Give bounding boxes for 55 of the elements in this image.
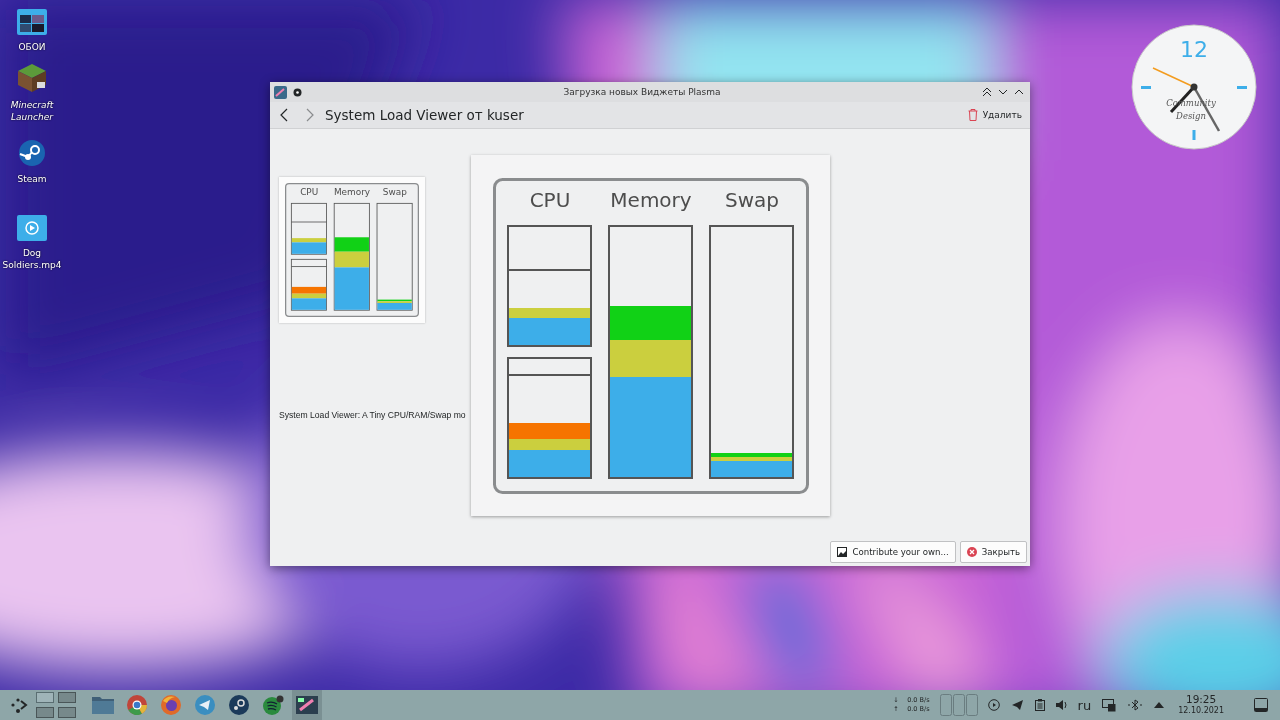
- app-icon[interactable]: [274, 85, 287, 99]
- image-icon: [837, 547, 848, 557]
- delete-button[interactable]: Удалить: [967, 107, 1022, 123]
- spotify-icon: [262, 695, 284, 715]
- tray-expand-icon[interactable]: [1154, 702, 1165, 708]
- contribute-button[interactable]: Contribute your own...: [830, 541, 956, 563]
- desktop-icon-label[interactable]: Dog Soldiers.mp4: [2, 247, 62, 271]
- back-icon[interactable]: [279, 108, 289, 122]
- clipboard-icon[interactable]: [1034, 699, 1045, 711]
- minimize-icon[interactable]: [998, 87, 1008, 97]
- desktop-icon-label[interactable]: Minecraft Launcher: [2, 99, 62, 123]
- folder-icon: [92, 696, 114, 714]
- column-label: Memory: [609, 187, 692, 212]
- clock-date[interactable]: 12.10.2021: [1178, 705, 1224, 716]
- virtual-desktop[interactable]: [36, 692, 54, 703]
- page-heading: System Load Viewer от kuser: [325, 107, 525, 123]
- forward-icon[interactable]: [305, 108, 315, 122]
- app-launcher-icon[interactable]: [10, 696, 28, 714]
- system-monitor-drawing: [939, 694, 978, 716]
- column-label: Swap: [382, 187, 407, 198]
- maximize-icon[interactable]: [1014, 87, 1024, 97]
- paper-plane-icon[interactable]: [1010, 699, 1024, 711]
- close-button[interactable]: Закрыть: [959, 541, 1027, 563]
- column-label: CPU: [529, 187, 570, 212]
- clock-time[interactable]: 19:25: [1185, 694, 1217, 705]
- steam-icon: [229, 695, 249, 715]
- desktop-icon-label[interactable]: Steam: [17, 173, 47, 185]
- trash-icon: [967, 109, 978, 121]
- thumbnail-card[interactable]: CPU Memory Swap: [279, 177, 425, 323]
- window-title: Загрузка новых Виджеты Plasma: [562, 87, 722, 97]
- browser-icon: [161, 695, 181, 715]
- keyboard-layout[interactable]: ru: [1077, 697, 1092, 713]
- media-play-icon[interactable]: [987, 699, 1000, 711]
- pin-icon[interactable]: [293, 87, 302, 97]
- close-icon: [966, 547, 977, 557]
- keep-above-icon[interactable]: [982, 87, 992, 97]
- task-button[interactable]: [292, 690, 322, 720]
- column-label: Memory: [333, 187, 371, 198]
- show-desktop-icon[interactable]: [1254, 698, 1268, 712]
- clock-brand: Design: [1176, 111, 1206, 121]
- folder-icon[interactable]: [17, 9, 47, 35]
- network-icon[interactable]: [1102, 698, 1117, 712]
- grass-block-icon[interactable]: [17, 63, 47, 93]
- paper-plane-icon: [195, 695, 215, 715]
- app-icon: [296, 696, 318, 714]
- desktop-icon-label[interactable]: ОБОИ: [18, 41, 46, 53]
- steam-icon[interactable]: [18, 139, 46, 167]
- widget-description: System Load Viewer: A Tiny CPU/RAM/Swap mo: [279, 410, 467, 420]
- column-label: Swap: [724, 187, 779, 212]
- volume-icon[interactable]: [1055, 699, 1067, 711]
- clock-hands-drawing: [1152, 67, 1221, 132]
- bluetooth-icon[interactable]: [1127, 699, 1144, 711]
- column-label: CPU: [300, 187, 319, 198]
- clock-numeral: 12: [1180, 37, 1208, 62]
- browser-icon: [127, 695, 147, 715]
